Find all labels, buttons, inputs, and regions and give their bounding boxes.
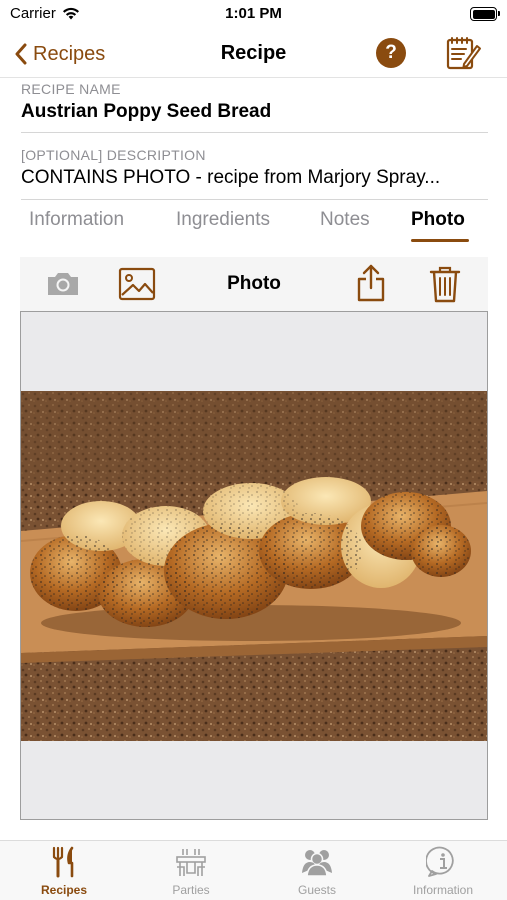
- notepad-pencil-icon: [446, 37, 481, 70]
- recipe-name-value[interactable]: Austrian Poppy Seed Bread: [21, 101, 488, 123]
- status-time: 1:01 PM: [225, 5, 282, 22]
- bottom-tab-bar: Recipes Parties Guests Information: [0, 840, 507, 900]
- recipe-section-tabs: Information Ingredients Notes Photo: [0, 203, 507, 247]
- people-icon: [302, 850, 332, 877]
- tabbar-item-guests[interactable]: Guests: [262, 845, 372, 897]
- recipe-name-field[interactable]: RECIPE NAME Austrian Poppy Seed Bread: [21, 81, 488, 133]
- edit-notes-button[interactable]: [444, 34, 482, 72]
- tabbar-label-parties: Parties: [172, 883, 210, 897]
- share-icon: [357, 264, 385, 302]
- delete-photo-button[interactable]: [428, 264, 464, 303]
- share-button[interactable]: [353, 263, 389, 302]
- tab-ingredients[interactable]: Ingredients: [176, 209, 270, 231]
- navigation-bar: Recipes Recipe ?: [0, 30, 507, 78]
- help-button[interactable]: ?: [376, 38, 406, 68]
- tabbar-label-guests: Guests: [297, 883, 336, 897]
- description-value[interactable]: CONTAINS PHOTO - recipe from Marjory Spr…: [21, 167, 488, 189]
- photo-frame: [20, 311, 488, 820]
- page-title: Recipe: [220, 42, 287, 64]
- trash-icon: [429, 266, 461, 303]
- photo-toolbar-title: Photo: [227, 273, 281, 294]
- tabbar-item-parties[interactable]: Parties: [136, 845, 246, 897]
- photo-toolbar: Photo: [20, 257, 488, 311]
- dining-table-icon: [176, 849, 206, 876]
- description-label: [OPTIONAL] DESCRIPTION: [21, 147, 206, 163]
- status-bar: Carrier 1:01 PM: [0, 0, 507, 30]
- tab-notes[interactable]: Notes: [320, 209, 370, 231]
- tab-information[interactable]: Information: [29, 209, 124, 231]
- bread-photo-image: [21, 391, 487, 741]
- tabbar-label-information: Information: [412, 883, 474, 897]
- tabbar-item-recipes[interactable]: Recipes: [9, 845, 119, 897]
- battery-icon: [470, 7, 500, 21]
- fork-knife-icon: [52, 846, 74, 878]
- recipe-photo[interactable]: [21, 391, 487, 741]
- recipe-name-label: RECIPE NAME: [21, 81, 121, 97]
- tabbar-label-recipes: Recipes: [40, 883, 88, 897]
- description-field[interactable]: [OPTIONAL] DESCRIPTION CONTAINS PHOTO - …: [21, 147, 488, 200]
- info-icon: [426, 846, 454, 877]
- tabbar-item-information[interactable]: Information: [388, 845, 498, 897]
- tab-photo[interactable]: Photo: [411, 209, 465, 231]
- active-tab-indicator: [411, 239, 469, 242]
